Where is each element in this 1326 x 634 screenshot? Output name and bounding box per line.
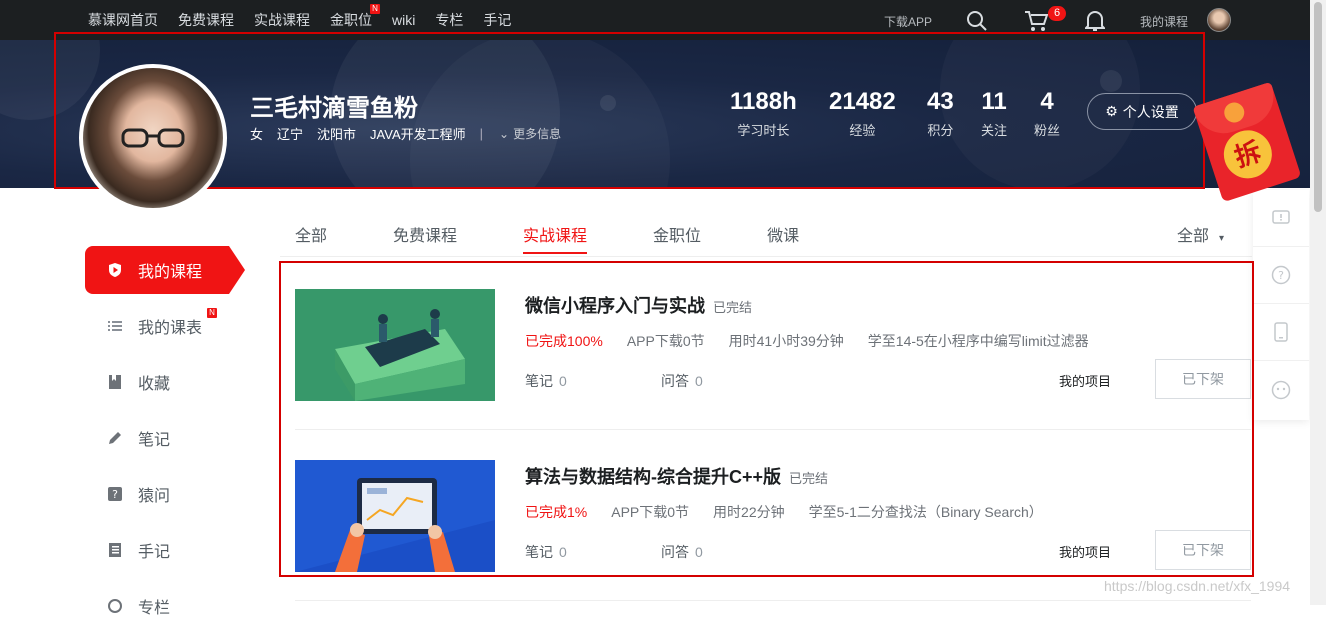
tab-micro-course[interactable]: 微课 <box>767 222 799 246</box>
feedback-button[interactable] <box>1253 190 1309 247</box>
right-float-toolbar: ? <box>1253 190 1309 420</box>
column-icon <box>108 599 122 613</box>
pen-icon <box>109 432 121 444</box>
user-avatar-large[interactable] <box>79 64 227 212</box>
phone-icon <box>1274 322 1288 342</box>
feedback-icon <box>1272 210 1290 224</box>
stat-number: 4 <box>1040 88 1054 115</box>
filter-label: 全部 <box>1177 228 1210 245</box>
avatar-photo <box>121 128 185 148</box>
stat-points[interactable]: 43 积分 <box>927 88 954 139</box>
user-info-row: 女 辽宁 沈阳市 JAVA开发工程师 | ⌄ 更多信息 <box>250 124 575 143</box>
course-type-tabs: 全部 免费课程 实战课程 金职位 微课 <box>295 222 865 254</box>
my-course-link[interactable]: 我的课程 <box>1140 13 1188 30</box>
stat-number: 1188h <box>730 88 797 115</box>
list-bottom-divider <box>295 600 1251 601</box>
stat-label: 学习时长 <box>737 123 790 138</box>
settings-label: 个人设置 <box>1122 103 1179 120</box>
csdn-watermark: https://blog.csdn.net/xfx_1994 <box>1104 578 1291 594</box>
scrollbar-thumb[interactable] <box>1314 2 1322 212</box>
stat-label: 关注 <box>981 123 1008 138</box>
stat-study-hours[interactable]: 1188h 学习时长 <box>730 88 797 139</box>
sidebar-item-label: 猿问 <box>138 488 171 505</box>
page-scrollbar[interactable] <box>1310 0 1326 605</box>
caret-down-icon: ▾ <box>1219 233 1225 244</box>
user-city: 沈阳市 <box>317 127 357 142</box>
sidebar-item-my-schedule[interactable]: 我的课表 N <box>85 298 255 354</box>
search-icon[interactable] <box>966 10 988 32</box>
bookmark-icon <box>109 375 121 389</box>
sidebar-item-label: 收藏 <box>138 376 171 393</box>
more-info-label: 更多信息 <box>513 127 562 141</box>
tabs-divider <box>280 256 1252 257</box>
sidebar: 我的课程 我的课表 N 收藏 笔记 ? 猿问 手记 专栏 <box>85 246 255 634</box>
help-icon: ? <box>1271 265 1291 285</box>
chevron-down-icon: ⌄ <box>499 127 510 141</box>
sidebar-item-columns[interactable]: 专栏 <box>85 578 255 634</box>
svg-text:?: ? <box>1278 269 1284 282</box>
user-name: 三毛村滴雪鱼粉 <box>250 95 418 122</box>
notebook-icon <box>109 543 121 557</box>
sidebar-item-label: 我的课表 <box>138 320 203 337</box>
sidebar-item-label: 专栏 <box>138 600 171 617</box>
highlight-course-list-box <box>279 261 1254 577</box>
status-filter-dropdown[interactable]: 全部 ▾ <box>1177 222 1224 246</box>
info-separator: | <box>479 126 484 141</box>
sidebar-item-notes[interactable]: 笔记 <box>85 410 255 466</box>
sidebar-item-favorites[interactable]: 收藏 <box>85 354 255 410</box>
stat-label: 经验 <box>849 123 876 138</box>
user-job: JAVA开发工程师 <box>370 127 466 142</box>
mobile-app-button[interactable] <box>1253 304 1309 361</box>
user-gender: 女 <box>250 127 264 142</box>
question-icon: ? <box>108 487 122 501</box>
sidebar-item-label: 笔记 <box>138 432 171 449</box>
gear-icon: ⚙ <box>1105 103 1118 119</box>
tab-job[interactable]: 金职位 <box>653 222 701 246</box>
help-button[interactable]: ? <box>1253 247 1309 304</box>
stat-number: 11 <box>981 88 1007 115</box>
shield-play-icon <box>109 263 121 277</box>
bell-icon[interactable] <box>1085 10 1105 32</box>
tab-free-courses[interactable]: 免费课程 <box>393 222 457 246</box>
stat-label: 粉丝 <box>1034 123 1061 138</box>
sidebar-item-questions[interactable]: ? 猿问 <box>85 466 255 522</box>
user-province: 辽宁 <box>277 127 304 142</box>
sidebar-item-label: 手记 <box>138 544 171 561</box>
cart-count-badge: 6 <box>1048 6 1067 21</box>
sidebar-item-articles[interactable]: 手记 <box>85 522 255 578</box>
list-icon <box>108 321 122 331</box>
svg-text:?: ? <box>112 488 118 501</box>
tab-practical-courses[interactable]: 实战课程 <box>523 222 588 254</box>
more-info-link[interactable]: ⌄ 更多信息 <box>499 125 561 142</box>
new-badge: N <box>207 308 217 318</box>
download-app-link[interactable]: 下载APP <box>884 13 932 30</box>
stat-label: 积分 <box>927 123 954 138</box>
stat-experience[interactable]: 21482 经验 <box>829 88 896 139</box>
cart-icon[interactable] <box>1024 10 1048 32</box>
sidebar-item-my-courses[interactable]: 我的课程 <box>85 246 245 294</box>
personal-settings-button[interactable]: ⚙ 个人设置 <box>1087 93 1197 130</box>
user-avatar-small[interactable] <box>1207 8 1231 32</box>
stat-followers[interactable]: 4 粉丝 <box>1034 88 1060 139</box>
sidebar-item-label: 我的课程 <box>138 264 203 281</box>
stat-number: 21482 <box>829 88 896 115</box>
stat-number: 43 <box>927 88 954 115</box>
highlight-profile-box <box>54 32 1205 189</box>
stat-following[interactable]: 11 关注 <box>981 88 1007 139</box>
tab-all[interactable]: 全部 <box>295 222 327 246</box>
chat-button[interactable] <box>1253 361 1309 418</box>
chat-icon <box>1271 380 1291 399</box>
